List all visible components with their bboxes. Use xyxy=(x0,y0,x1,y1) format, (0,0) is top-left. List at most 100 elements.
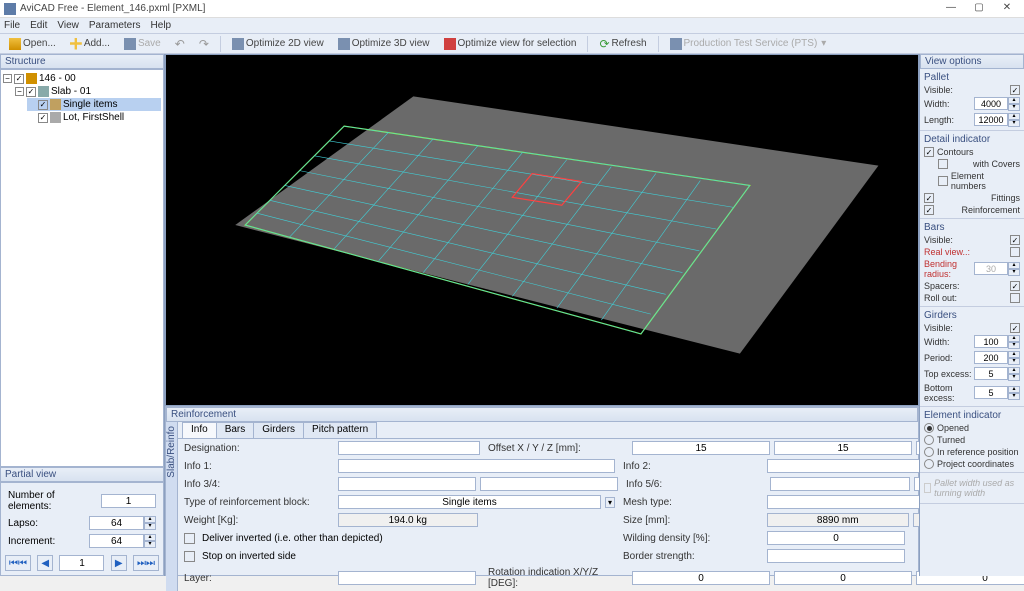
deliver-checkbox[interactable] xyxy=(184,533,195,544)
rotx-input[interactable] xyxy=(632,571,770,585)
proj-radio[interactable] xyxy=(924,459,934,469)
girder-width-input[interactable] xyxy=(974,335,1008,348)
minimize-button[interactable]: — xyxy=(938,1,964,17)
tab-info[interactable]: Info xyxy=(182,422,217,438)
numel-input[interactable] xyxy=(101,494,156,508)
undo-button[interactable]: ↶ xyxy=(170,35,190,53)
menu-edit[interactable]: Edit xyxy=(30,20,47,31)
wdens-input[interactable] xyxy=(767,531,905,545)
contours-checkbox[interactable]: ✓ xyxy=(924,147,934,157)
spacers-checkbox[interactable]: ✓ xyxy=(1010,281,1020,291)
vertical-tab[interactable]: Slab/Reinfo xyxy=(166,422,178,591)
info34-label: Info 3/4: xyxy=(184,479,334,490)
info3-input[interactable] xyxy=(338,477,476,491)
save-button[interactable]: Save xyxy=(119,36,166,52)
elnum-checkbox[interactable] xyxy=(938,176,948,186)
app-icon xyxy=(4,3,16,15)
tree-checkbox[interactable]: ✓ xyxy=(38,100,48,110)
pallet-header: Pallet xyxy=(924,71,1020,84)
layer-input[interactable] xyxy=(338,571,476,585)
opt2d-button[interactable]: Optimize 2D view xyxy=(227,36,329,52)
covers-checkbox[interactable] xyxy=(938,159,948,169)
menu-parameters[interactable]: Parameters xyxy=(89,20,141,31)
realview-checkbox[interactable] xyxy=(1010,247,1020,257)
topex-input[interactable] xyxy=(974,367,1008,380)
refresh-button[interactable]: ⟳Refresh xyxy=(594,35,651,53)
offx-input[interactable] xyxy=(632,441,770,455)
menu-file[interactable]: File xyxy=(4,20,20,31)
toolbar: Open... Add... Save ↶ ↷ Optimize 2D view… xyxy=(0,34,1024,54)
view-options-panel: View options Pallet Visible:✓ Width:▴▾ L… xyxy=(919,54,1024,576)
prev-page-button[interactable]: ◀ xyxy=(37,555,53,571)
designation-input[interactable] xyxy=(338,441,480,455)
botex-input[interactable] xyxy=(974,386,1008,399)
maximize-button[interactable]: ▢ xyxy=(966,1,992,17)
opt3d-button[interactable]: Optimize 3D view xyxy=(333,36,435,52)
expand-icon[interactable]: − xyxy=(3,74,12,83)
optsel-icon xyxy=(444,38,456,50)
roty-input[interactable] xyxy=(774,571,912,585)
stop-checkbox[interactable] xyxy=(184,551,195,562)
optsel-button[interactable]: Optimize view for selection xyxy=(439,36,582,52)
add-button[interactable]: Add... xyxy=(65,36,115,52)
bars-visible-checkbox[interactable]: ✓ xyxy=(1010,235,1020,245)
redo-button[interactable]: ↷ xyxy=(194,35,214,53)
info1-input[interactable] xyxy=(338,459,615,473)
spin-down[interactable]: ▾ xyxy=(144,523,156,530)
tab-pitch[interactable]: Pitch pattern xyxy=(303,422,377,438)
girders-visible-checkbox[interactable]: ✓ xyxy=(1010,323,1020,333)
weight-output xyxy=(338,513,478,527)
plus-icon xyxy=(70,38,82,50)
tree-checkbox[interactable]: ✓ xyxy=(38,113,48,123)
tree-checkbox[interactable]: ✓ xyxy=(26,87,36,97)
pallet-visible-checkbox[interactable]: ✓ xyxy=(1010,85,1020,95)
open-button[interactable]: Open... xyxy=(4,36,61,52)
reinforce-checkbox[interactable]: ✓ xyxy=(924,205,934,215)
type-select[interactable] xyxy=(338,495,601,509)
close-button[interactable]: ✕ xyxy=(994,1,1020,17)
incr-input[interactable] xyxy=(89,534,144,548)
last-page-button[interactable]: ⏭⏭ xyxy=(133,555,159,571)
pts-button[interactable]: Production Test Service (PTS)▾ xyxy=(665,36,832,52)
spin-down[interactable]: ▾ xyxy=(144,541,156,548)
pts-icon xyxy=(670,38,682,50)
offy-input[interactable] xyxy=(774,441,912,455)
tree-checkbox[interactable]: ✓ xyxy=(14,74,24,84)
pallet-length-input[interactable] xyxy=(974,113,1008,126)
dropdown-icon[interactable]: ▾ xyxy=(605,497,615,508)
structure-tree[interactable]: −✓146 - 00 −✓Slab - 01 −✓Single items −✓… xyxy=(0,69,164,467)
laps-input[interactable] xyxy=(89,516,144,530)
info5-input[interactable] xyxy=(770,477,910,491)
bstr-input[interactable] xyxy=(767,549,905,563)
info4-input[interactable] xyxy=(480,477,618,491)
3d-viewport[interactable] xyxy=(165,54,919,406)
rollout-checkbox[interactable] xyxy=(1010,293,1020,303)
opt3d-icon xyxy=(338,38,350,50)
menu-view[interactable]: View xyxy=(57,20,79,31)
turned-radio[interactable] xyxy=(924,435,934,445)
folder-icon xyxy=(9,38,21,50)
tab-girders[interactable]: Girders xyxy=(253,422,304,438)
tab-bars[interactable]: Bars xyxy=(216,422,255,438)
opened-radio[interactable] xyxy=(924,423,934,433)
expand-icon[interactable]: − xyxy=(15,87,24,96)
tree-slab[interactable]: Slab - 01 xyxy=(51,86,91,97)
period-input[interactable] xyxy=(974,351,1008,364)
tree-single[interactable]: Single items xyxy=(63,99,117,110)
size-label: Size [mm]: xyxy=(623,515,763,526)
tree-root[interactable]: 146 - 00 xyxy=(39,73,76,84)
bars-header: Bars xyxy=(924,221,1020,234)
pallet-width-input[interactable] xyxy=(974,97,1008,110)
inref-radio[interactable] xyxy=(924,447,934,457)
spin-up[interactable]: ▴ xyxy=(144,516,156,523)
redo-icon: ↷ xyxy=(199,37,209,51)
page-input[interactable] xyxy=(59,555,104,571)
first-page-button[interactable]: ⏮⏮ xyxy=(5,555,31,571)
menu-help[interactable]: Help xyxy=(151,20,172,31)
next-page-button[interactable]: ▶ xyxy=(111,555,127,571)
fittings-checkbox[interactable]: ✓ xyxy=(924,193,934,203)
bendrad-input[interactable] xyxy=(974,262,1008,275)
mesh-label: Mesh type: xyxy=(623,497,763,508)
tree-lot[interactable]: Lot, FirstShell xyxy=(63,112,124,123)
spin-up[interactable]: ▴ xyxy=(144,534,156,541)
